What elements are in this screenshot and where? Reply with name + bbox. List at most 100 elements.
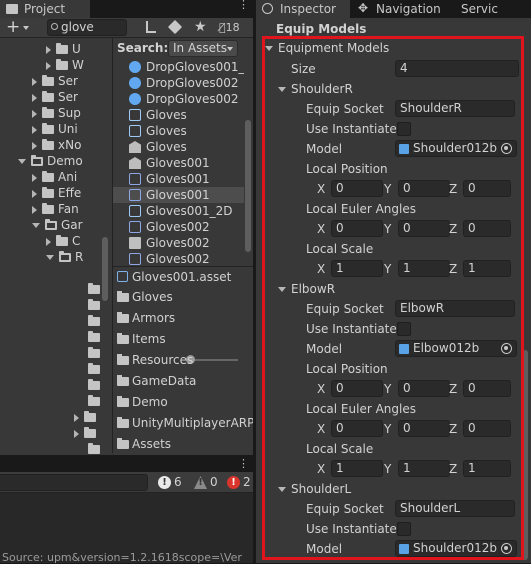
tree-folder-item[interactable]: U xyxy=(46,41,81,57)
chevron-right-icon[interactable] xyxy=(32,142,37,150)
prefab-variant-icon xyxy=(129,125,141,137)
tree-folder-item[interactable] xyxy=(88,361,104,377)
asset-path-item[interactable]: Items xyxy=(113,329,253,350)
chevron-down-icon[interactable] xyxy=(32,223,40,228)
tree-folder-item[interactable] xyxy=(88,313,104,329)
chevron-right-icon[interactable] xyxy=(32,78,37,86)
search-result-item[interactable]: DropGloves002 xyxy=(113,91,244,107)
info-toggle[interactable]: ! 6 xyxy=(156,475,182,490)
texture-icon xyxy=(129,237,141,249)
chevron-right-icon[interactable] xyxy=(32,190,37,198)
tree-folder-item[interactable] xyxy=(74,409,100,425)
tree-folder-item[interactable]: Uni xyxy=(32,121,78,137)
chevron-right-icon[interactable] xyxy=(32,174,37,182)
search-result-item[interactable]: Gloves001 xyxy=(113,187,244,203)
error-count: 2 xyxy=(243,475,251,489)
search-result-item[interactable]: Gloves001 xyxy=(113,155,244,171)
search-result-item[interactable]: Gloves xyxy=(113,139,244,155)
search-result-item[interactable]: Gloves002 xyxy=(113,251,244,267)
tree-folder-item[interactable] xyxy=(74,425,100,441)
tree-folder-item[interactable] xyxy=(88,441,104,457)
chevron-right-icon[interactable] xyxy=(32,94,37,102)
asset-path-label: Assets xyxy=(132,437,172,451)
tree-folder-item[interactable]: Ser xyxy=(32,73,78,89)
tree-folder-item[interactable]: Ser xyxy=(32,89,78,105)
project-panel: Project ⋮ + glove ★ 👁̸18 Search: In Asse… xyxy=(0,0,253,564)
filter-type-icon[interactable] xyxy=(146,21,156,33)
tab-inspector[interactable]: Inspector xyxy=(256,0,350,18)
project-tab[interactable]: Project xyxy=(0,0,90,18)
chevron-right-icon[interactable] xyxy=(74,414,79,422)
chevron-right-icon[interactable] xyxy=(46,238,51,246)
warning-toggle[interactable]: ! 0 xyxy=(192,475,218,490)
kebab-menu-icon[interactable]: ⋮ xyxy=(238,0,249,15)
asset-path-item[interactable]: GameData xyxy=(113,371,253,392)
search-label: Search: xyxy=(117,41,169,55)
label-tag-icon[interactable] xyxy=(167,19,183,35)
project-tab-bar: Project ⋮ xyxy=(0,0,253,18)
favorite-star-icon[interactable]: ★ xyxy=(194,18,207,37)
search-result-label: Gloves001 xyxy=(146,188,210,202)
console-search-input[interactable] xyxy=(0,474,148,491)
asset-path-item[interactable]: UnityMultiplayerARPG xyxy=(113,413,253,434)
asset-path-item[interactable]: Gloves xyxy=(113,287,253,308)
tree-folder-item[interactable]: R xyxy=(46,249,83,265)
create-plus-button[interactable]: + xyxy=(6,18,20,37)
chevron-right-icon[interactable] xyxy=(32,110,37,118)
chevron-down-icon[interactable] xyxy=(18,159,26,164)
tree-folder-item[interactable]: Ani xyxy=(32,169,77,185)
kebab-menu-icon[interactable]: ⋮ xyxy=(238,457,249,470)
search-result-item[interactable]: Gloves002 xyxy=(113,235,244,251)
tree-folder-label: xNo xyxy=(58,138,82,152)
tree-folder-item[interactable]: W xyxy=(46,57,84,73)
chevron-right-icon[interactable] xyxy=(32,206,37,214)
error-toggle[interactable]: ! 2 xyxy=(225,475,251,490)
search-result-item[interactable]: Gloves001 xyxy=(113,171,244,187)
tree-folder-item[interactable] xyxy=(88,297,104,313)
mesh-icon xyxy=(129,173,141,185)
search-result-item[interactable]: Gloves001_2D xyxy=(113,203,244,219)
tab-navigation[interactable]: ✥ Navigation xyxy=(352,0,444,18)
search-result-label: Gloves001 xyxy=(146,156,210,170)
console-toolbar: ! 6 ! 0 ! 2 xyxy=(0,472,253,493)
prefab-icon xyxy=(129,77,141,89)
tree-folder-item[interactable]: Effe xyxy=(32,185,81,201)
folder-icon xyxy=(42,203,54,214)
chevron-down-icon[interactable] xyxy=(23,26,29,30)
folder-icon xyxy=(42,75,54,86)
project-search-input[interactable]: glove xyxy=(47,19,127,36)
tree-folder-item[interactable]: xNo xyxy=(32,137,81,153)
chevron-right-icon[interactable] xyxy=(46,62,51,70)
tree-folder-item[interactable]: Sup xyxy=(32,105,81,121)
selected-asset-row[interactable]: Gloves001.asset xyxy=(113,268,253,286)
hidden-packages-icon[interactable]: 👁̸18 xyxy=(219,20,240,36)
asset-path-item[interactable]: Assets xyxy=(113,434,253,455)
search-result-item[interactable]: Gloves xyxy=(113,123,244,139)
tab-services[interactable]: Servic xyxy=(446,0,531,18)
tree-folder-item[interactable]: Gar xyxy=(32,217,83,233)
search-result-item[interactable]: Gloves002 xyxy=(113,219,244,235)
search-scope-dropdown[interactable]: In Assets xyxy=(168,40,238,57)
search-result-item[interactable]: Gloves xyxy=(113,107,244,123)
tree-folder-item[interactable] xyxy=(88,329,104,345)
chevron-right-icon[interactable] xyxy=(74,430,79,438)
results-scrollbar-thumb[interactable] xyxy=(245,120,251,252)
folder-open-icon xyxy=(59,251,71,262)
chevron-down-icon[interactable] xyxy=(46,255,54,260)
search-result-item[interactable]: DropGloves002 xyxy=(113,75,244,91)
chevron-right-icon[interactable] xyxy=(46,46,51,54)
folder-icon xyxy=(56,235,68,246)
tree-folder-item[interactable] xyxy=(88,377,104,393)
tree-folder-item[interactable] xyxy=(88,393,104,409)
tree-folder-item[interactable]: Demo xyxy=(18,153,83,169)
tree-folder-item[interactable] xyxy=(88,345,104,361)
tree-folder-item[interactable]: Fan xyxy=(32,201,79,217)
asset-path-item[interactable]: Resources xyxy=(113,350,253,371)
asset-path-item[interactable]: Armors xyxy=(113,308,253,329)
asset-path-item[interactable]: Demo xyxy=(113,392,253,413)
search-result-item[interactable]: DropGloves001_2 xyxy=(113,59,244,75)
tree-folder-item[interactable]: C xyxy=(46,233,80,249)
tree-folder-item[interactable] xyxy=(88,281,104,297)
prefab-variant-icon xyxy=(129,205,141,217)
chevron-right-icon[interactable] xyxy=(32,126,37,134)
